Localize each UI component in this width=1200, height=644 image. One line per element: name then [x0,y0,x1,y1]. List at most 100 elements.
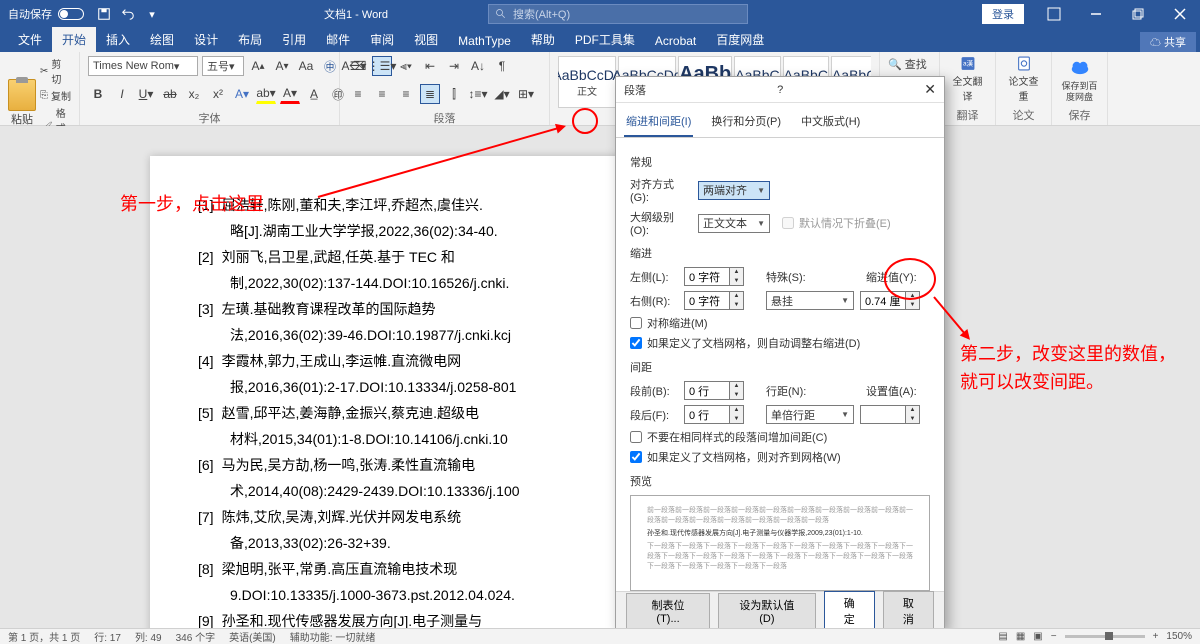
snap-grid-checkbox[interactable] [630,451,642,463]
dropdown-icon[interactable]: ▾ [143,5,161,23]
tab-mailings[interactable]: 邮件 [316,27,360,52]
justify-icon[interactable]: ≣ [420,84,440,104]
align-center-icon[interactable]: ≡ [372,84,392,104]
status-page[interactable]: 第 1 页，共 1 页 [8,629,80,644]
undo-icon[interactable] [119,5,137,23]
shading-icon[interactable]: ◢▾ [492,84,512,104]
tab-baidu[interactable]: 百度网盘 [706,27,774,52]
before-spinner[interactable]: ▲▼ [684,381,744,400]
ribbon-mode-icon[interactable] [1034,0,1074,28]
tab-file[interactable]: 文件 [8,27,52,52]
tab-acrobat[interactable]: Acrobat [645,30,706,52]
align-left-icon[interactable]: ≡ [348,84,368,104]
alignment-select[interactable]: 两端对齐▼ [698,181,770,200]
borders-icon[interactable]: ⊞▾ [516,84,536,104]
restore-icon[interactable] [1118,0,1158,28]
tab-references[interactable]: 引用 [272,27,316,52]
status-access[interactable]: 辅助功能: 一切就绪 [290,629,376,644]
minimize-icon[interactable] [1076,0,1116,28]
cloud-save-icon[interactable] [1066,56,1094,79]
phonetic-icon[interactable]: ㊥ [320,56,340,76]
duplicate-check-icon[interactable] [1010,56,1038,71]
dialog-tab-indent[interactable]: 缩进和间距(I) [624,109,693,137]
tab-home[interactable]: 开始 [52,27,96,52]
font-color-icon[interactable]: A▾ [280,84,300,104]
sort-icon[interactable]: A↓ [468,56,488,76]
alignment-label: 对齐方式(G): [630,176,692,204]
line-spacing-select[interactable]: 单倍行距▼ [766,405,854,424]
outline-select[interactable]: 正文文本▼ [698,214,770,233]
char-border-icon[interactable]: A̲ [304,84,324,104]
search-box[interactable]: 搜索(Alt+Q) [488,4,748,24]
left-indent-spinner[interactable]: ▲▼ [684,267,744,286]
mirror-checkbox[interactable] [630,317,642,329]
bold-icon[interactable]: B [88,84,108,104]
highlight-icon[interactable]: ab▾ [256,84,276,104]
dialog-help-icon[interactable]: ? [777,84,783,96]
subscript-icon[interactable]: x₂ [184,84,204,104]
dialog-tab-cjk[interactable]: 中文版式(H) [799,109,862,137]
increase-indent-icon[interactable]: ⇥ [444,56,464,76]
tab-layout[interactable]: 布局 [228,27,272,52]
numbering-icon[interactable]: ⋮☰▾ [372,56,392,76]
bullets-icon[interactable]: ☰▾ [348,56,368,76]
find-button[interactable]: 🔍查找 [888,56,931,72]
style-item[interactable]: AaBbCcDd正文 [558,56,616,108]
auto-save-toggle[interactable]: 自动保存 [0,6,92,22]
show-marks-icon[interactable]: ¶ [492,56,512,76]
multilevel-icon[interactable]: ⫷▾ [396,56,416,76]
change-case-icon[interactable]: Aa [296,56,316,76]
font-name-select[interactable]: Times New Rom ▾ [88,56,198,76]
zoom-out-icon[interactable]: − [1051,631,1057,642]
italic-icon[interactable]: I [112,84,132,104]
zoom-level[interactable]: 150% [1166,631,1192,642]
status-lang[interactable]: 英语(美国) [229,629,276,644]
save-icon[interactable] [95,5,113,23]
right-indent-spinner[interactable]: ▲▼ [684,291,744,310]
ok-button[interactable]: 确定 [824,591,875,631]
zoom-in-icon[interactable]: + [1153,631,1159,642]
tab-view[interactable]: 视图 [404,27,448,52]
increase-font-icon[interactable]: A▴ [248,56,268,76]
tabs-button[interactable]: 制表位(T)... [626,593,710,629]
cut-button[interactable]: ✂ 剪切 [40,56,71,86]
dialog-tab-lines[interactable]: 换行和分页(P) [709,109,783,137]
share-button[interactable]: ☁ 共享 [1140,32,1196,52]
cancel-button[interactable]: 取消 [883,591,934,631]
auto-indent-checkbox[interactable] [630,337,642,349]
view-read-icon[interactable]: ▦ [1016,631,1025,642]
font-size-select[interactable]: 五号 ▾ [202,56,244,76]
tab-insert[interactable]: 插入 [96,27,140,52]
after-spinner[interactable]: ▲▼ [684,405,744,424]
translate-icon[interactable]: a漢 [954,56,982,71]
tab-draw[interactable]: 绘图 [140,27,184,52]
default-button[interactable]: 设为默认值(D) [718,593,816,629]
align-right-icon[interactable]: ≡ [396,84,416,104]
status-words[interactable]: 346 个字 [176,629,215,644]
tab-mathtype[interactable]: MathType [448,30,521,52]
close-icon[interactable] [1160,0,1200,28]
tab-design[interactable]: 设计 [184,27,228,52]
decrease-font-icon[interactable]: A▾ [272,56,292,76]
paste-button[interactable]: 粘贴 [8,79,36,127]
special-select[interactable]: 悬挂▼ [766,291,854,310]
dialog-close-icon[interactable]: ✕ [924,81,936,98]
line-spacing-icon[interactable]: ↕≡▾ [468,84,488,104]
no-space-checkbox[interactable] [630,431,642,443]
set-value-spinner[interactable]: ▲▼ [860,405,920,424]
view-print-icon[interactable]: ▤ [998,631,1007,642]
login-button[interactable]: 登录 [982,4,1024,24]
zoom-slider[interactable] [1065,635,1145,638]
strikethrough-icon[interactable]: ab [160,84,180,104]
tab-pdf[interactable]: PDF工具集 [565,27,645,52]
tab-review[interactable]: 审阅 [360,27,404,52]
text-effect-icon[interactable]: A▾ [232,84,252,104]
view-web-icon[interactable]: ▣ [1033,631,1042,642]
distribute-icon[interactable]: ⫿ [444,84,464,104]
tab-help[interactable]: 帮助 [521,27,565,52]
superscript-icon[interactable]: x² [208,84,228,104]
underline-icon[interactable]: U▾ [136,84,156,104]
copy-button[interactable]: ⎘ 复制 [40,88,71,103]
save-cloud-label: 保存到百度网盘 [1060,81,1099,103]
decrease-indent-icon[interactable]: ⇤ [420,56,440,76]
